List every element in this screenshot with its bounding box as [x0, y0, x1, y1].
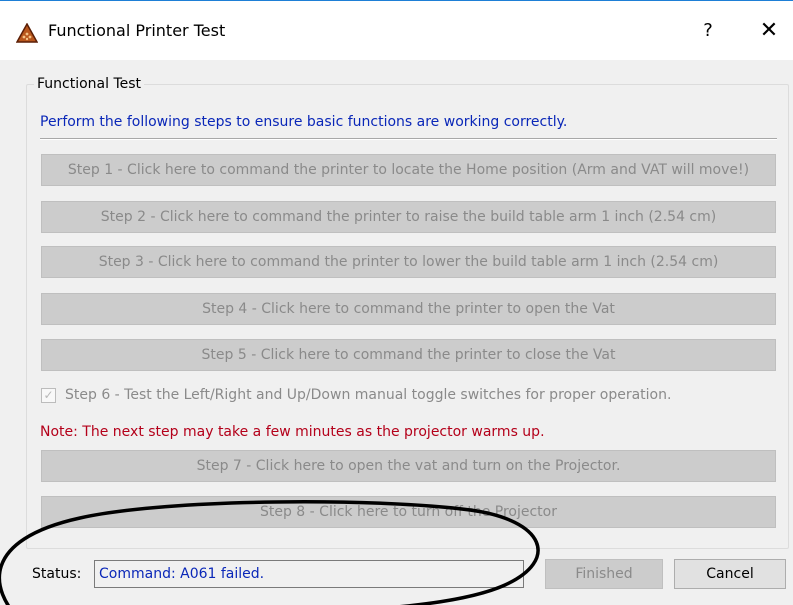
triangle-logo-icon — [16, 23, 38, 43]
status-label: Status: — [32, 566, 82, 582]
step-5-button[interactable]: Step 5 - Click here to command the print… — [41, 339, 776, 371]
help-button[interactable]: ? — [693, 17, 723, 45]
step-3-button[interactable]: Step 3 - Click here to command the print… — [41, 246, 776, 278]
status-field: Command: A061 failed. — [94, 560, 524, 588]
step-6-checkbox[interactable]: ✓ — [41, 388, 56, 403]
warning-note: Note: The next step may take a few minut… — [40, 424, 545, 440]
step-8-button[interactable]: Step 8 - Click here to turn off the Proj… — [41, 496, 776, 528]
finished-button[interactable]: Finished — [545, 559, 663, 589]
instructions-text: Perform the following steps to ensure ba… — [40, 114, 568, 130]
separator — [40, 138, 777, 140]
close-button[interactable]: ✕ — [752, 17, 786, 45]
window-title: Functional Printer Test — [48, 21, 226, 40]
title-bar: Functional Printer Test ? ✕ — [0, 0, 793, 61]
step-4-button[interactable]: Step 4 - Click here to command the print… — [41, 293, 776, 325]
cancel-button[interactable]: Cancel — [674, 559, 786, 589]
group-label: Functional Test — [34, 76, 145, 92]
step-2-button[interactable]: Step 2 - Click here to command the print… — [41, 201, 776, 233]
step-6-label: Step 6 - Test the Left/Right and Up/Down… — [65, 387, 672, 403]
step-7-button[interactable]: Step 7 - Click here to open the vat and … — [41, 450, 776, 482]
step-1-button[interactable]: Step 1 - Click here to command the print… — [41, 154, 776, 186]
dialog-body: Functional Test Perform the following st… — [0, 60, 793, 605]
